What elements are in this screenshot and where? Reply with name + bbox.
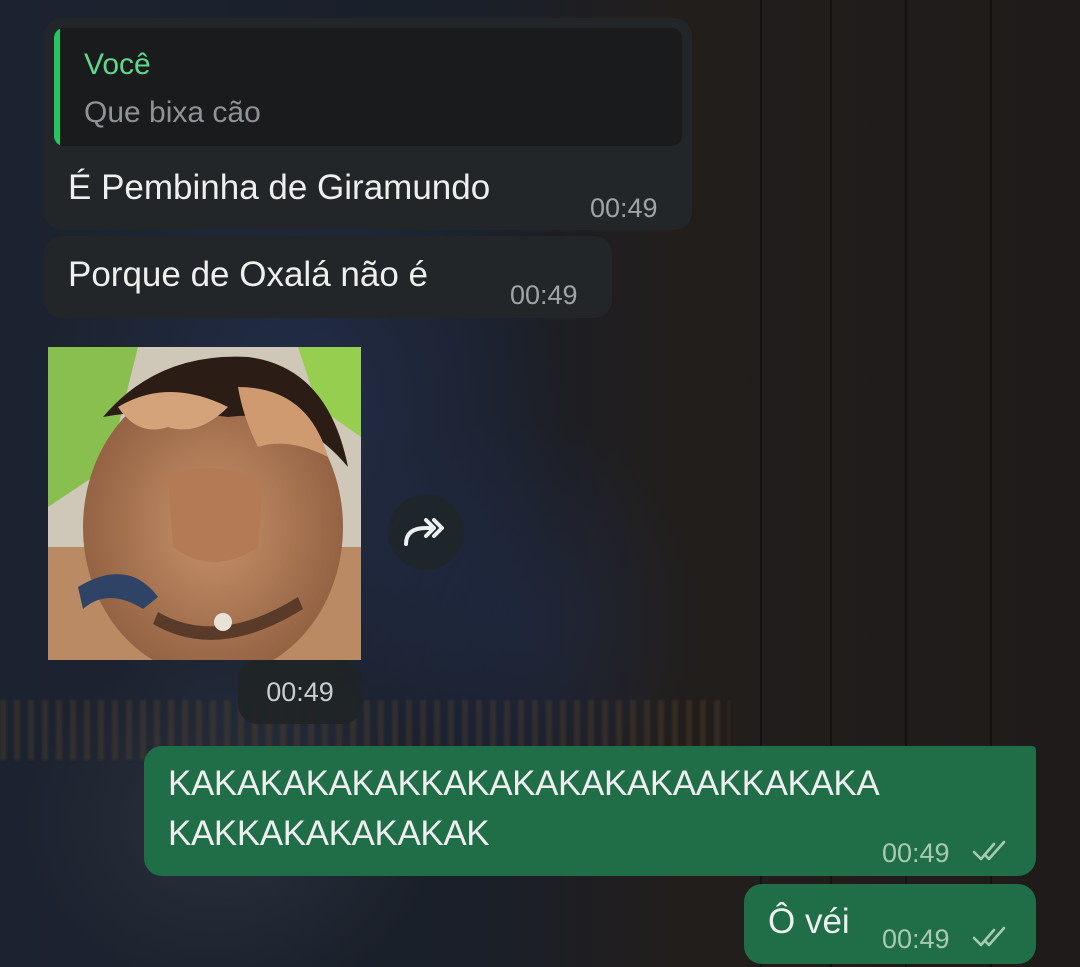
message-text: Porque de Oxalá não é xyxy=(68,255,428,294)
message-time: 00:49 xyxy=(510,280,578,310)
quote-author: Você xyxy=(84,48,151,81)
double-check-icon xyxy=(972,840,1006,861)
quote-accent-bar xyxy=(54,28,60,146)
quote-text: Que bixa cão xyxy=(84,96,261,129)
message-text-line-1: KAKAKAKAKAKKAKAKAKAKAKAAKKAKAKA xyxy=(168,764,880,803)
forward-button[interactable] xyxy=(388,494,464,570)
incoming-message-reply[interactable]: Você Que bixa cão É Pembinha de Giramund… xyxy=(44,18,692,230)
outgoing-message[interactable]: KAKAKAKAKAKKAKAKAKAKAKAAKKAKAKA KAKKAKAK… xyxy=(144,746,1036,876)
outgoing-message[interactable]: Ô véi 00:49 xyxy=(744,884,1036,964)
message-time: 00:49 xyxy=(882,838,950,868)
sticker-time: 00:49 xyxy=(238,660,362,724)
forward-icon xyxy=(404,518,444,546)
message-time: 00:49 xyxy=(590,193,658,223)
message-text: É Pembinha de Giramundo xyxy=(68,168,491,207)
double-check-icon xyxy=(972,926,1006,947)
message-text-line-2: KAKKAKAKAKAKAK xyxy=(168,814,490,853)
message-text: Ô véi xyxy=(768,902,850,941)
sticker-drawing xyxy=(48,347,361,660)
incoming-message[interactable]: Porque de Oxalá não é 00:49 xyxy=(44,236,612,318)
message-time: 00:49 xyxy=(882,924,950,954)
quoted-message[interactable]: Você Que bixa cão xyxy=(54,28,682,146)
sticker-image[interactable] xyxy=(48,347,361,660)
